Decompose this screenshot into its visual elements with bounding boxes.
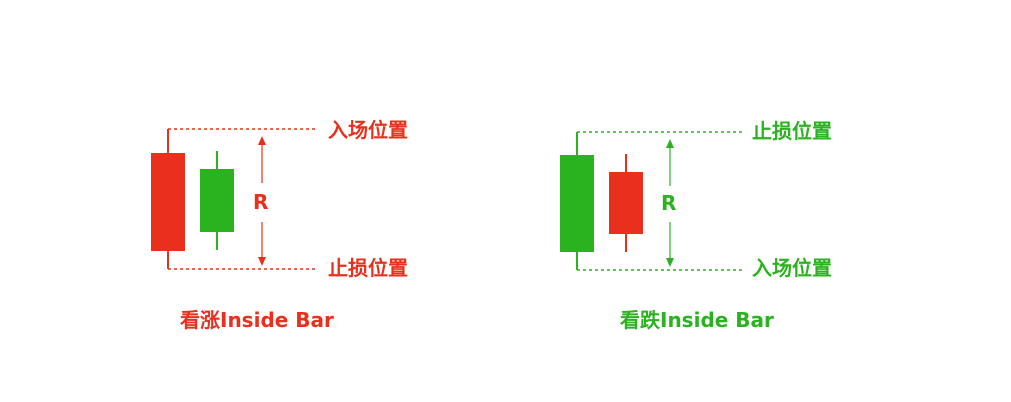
range-arrow-head-up: [258, 136, 266, 145]
entry-position-label: 入场位置: [328, 118, 408, 142]
range-arrow-head-down: [666, 258, 674, 267]
stop-loss-position-label: 止损位置: [328, 256, 408, 280]
range-arrow-head-down: [258, 257, 266, 266]
range-arrow-head-up: [666, 139, 674, 148]
bullish-caption: 看涨Inside Bar: [180, 308, 334, 332]
entry-position-label: 入场位置: [752, 256, 832, 280]
bearish-inside-bar-panel: R 止损位置 入场位置 看跌Inside Bar: [505, 0, 1010, 402]
stop-loss-position-label: 止损位置: [752, 119, 832, 143]
mother-candle-body: [560, 155, 594, 252]
inside-candle-body: [609, 172, 643, 234]
bearish-caption: 看跌Inside Bar: [620, 308, 774, 332]
inside-candle-body: [200, 169, 234, 232]
range-label: R: [253, 190, 269, 214]
bullish-inside-bar-panel: R 入场位置 止损位置 看涨Inside Bar: [0, 0, 505, 402]
bearish-diagram: [560, 131, 745, 271]
range-label: R: [661, 191, 677, 215]
mother-candle-body: [151, 153, 185, 251]
